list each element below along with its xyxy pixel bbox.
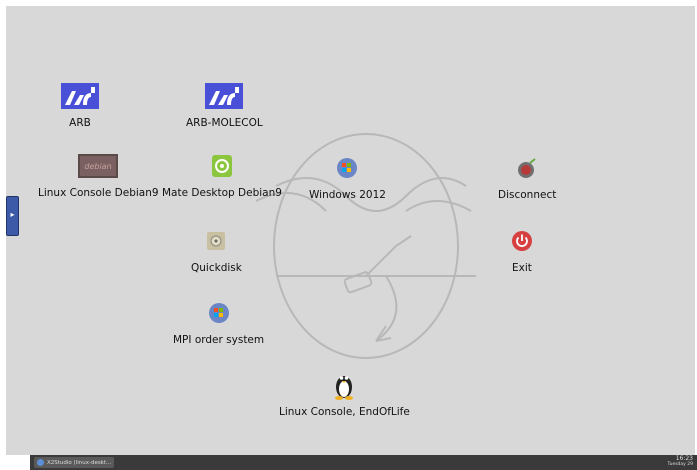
desktop-icon-arb[interactable]: ARB xyxy=(56,79,104,129)
arb-logo-icon xyxy=(56,79,104,113)
desktop-icon-label: ARB-MOLECOL xyxy=(186,117,263,129)
desktop-area: ARB ARB-MOLECOL debian Linux Console Deb… xyxy=(6,6,695,455)
chevron-right-icon: ▸ xyxy=(10,210,15,219)
taskbar-item-label: X2Studio (linux-deskt... xyxy=(47,459,112,466)
desktop-icon-label: Disconnect xyxy=(498,189,557,201)
windows-icon xyxy=(323,151,371,185)
app-icon xyxy=(37,459,44,466)
taskbar: X2Studio (linux-deskt... 16:23 Tuesday 2… xyxy=(30,455,697,470)
side-panel-toggle[interactable]: ▸ xyxy=(6,196,19,236)
tux-icon xyxy=(320,368,368,402)
desktop-icon-linux-console-endoflife[interactable]: Linux Console, EndOfLife xyxy=(279,368,410,418)
desktop-icon-quickdisk[interactable]: Quickdisk xyxy=(191,224,242,274)
debian-icon: debian xyxy=(74,149,122,183)
taskbar-item-x2studio[interactable]: X2Studio (linux-deskt... xyxy=(34,457,114,468)
desktop-icon-mpi-order-system[interactable]: MPI order system xyxy=(173,296,264,346)
desktop-icon-label: Mate Desktop Debian9 xyxy=(162,187,282,199)
desktop-icon-label: ARB xyxy=(69,117,91,129)
desktop-icon-windows-2012[interactable]: Windows 2012 xyxy=(309,151,386,201)
desktop-icon-label: Linux Console, EndOfLife xyxy=(279,406,410,418)
disk-icon xyxy=(192,224,240,258)
svg-text:debian: debian xyxy=(85,162,112,171)
desktop-icon-label: Exit xyxy=(512,262,532,274)
desktop-icon-disconnect[interactable]: Disconnect xyxy=(498,151,556,201)
windows-icon xyxy=(195,296,243,330)
disconnect-icon xyxy=(503,151,551,185)
arb-logo-icon xyxy=(200,79,248,113)
desktop-icon-exit[interactable]: Exit xyxy=(498,224,546,274)
power-icon xyxy=(498,224,546,258)
desktop-icon-linux-console-debian9[interactable]: debian Linux Console Debian9 xyxy=(38,149,159,199)
desktop-icon-arb-molecol[interactable]: ARB-MOLECOL xyxy=(186,79,263,129)
desktop-icon-label: MPI order system xyxy=(173,334,265,346)
desktop-icon-label: Quickdisk xyxy=(191,262,242,274)
desktop-icon-label: Linux Console Debian9 xyxy=(38,187,159,199)
clock-date: Tuesday 29 xyxy=(667,462,693,467)
clock[interactable]: 16:23 Tuesday 29 xyxy=(668,456,693,468)
desktop-icon-mate-desktop-debian9[interactable]: Mate Desktop Debian9 xyxy=(162,149,282,199)
mate-icon xyxy=(198,149,246,183)
desktop-icon-label: Windows 2012 xyxy=(309,189,386,201)
